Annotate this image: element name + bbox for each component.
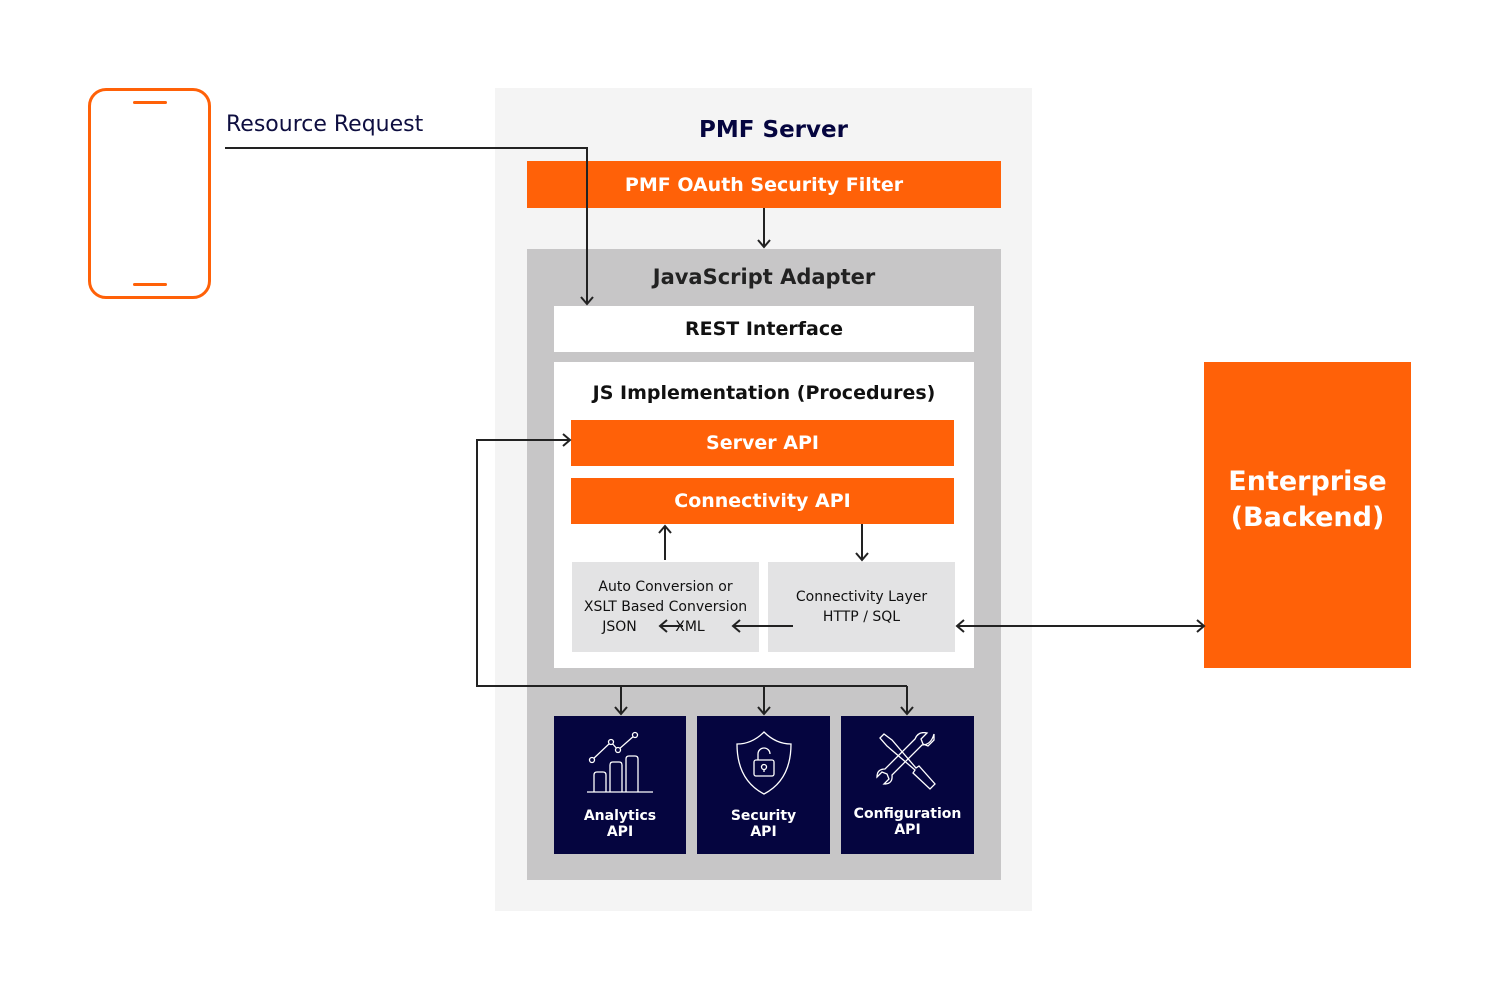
connectivity-down-arrow — [855, 524, 869, 562]
xml-to-json-arrow — [658, 619, 683, 633]
api-loop-arrow — [476, 433, 907, 687]
filter-to-adapter-arrow — [757, 208, 771, 249]
request-arrow — [225, 147, 594, 306]
backend-arrow — [955, 619, 1206, 633]
connector-arrows — [225, 147, 1206, 716]
conversion-up-arrow — [658, 524, 672, 560]
layer-to-xml-arrow — [731, 619, 793, 633]
